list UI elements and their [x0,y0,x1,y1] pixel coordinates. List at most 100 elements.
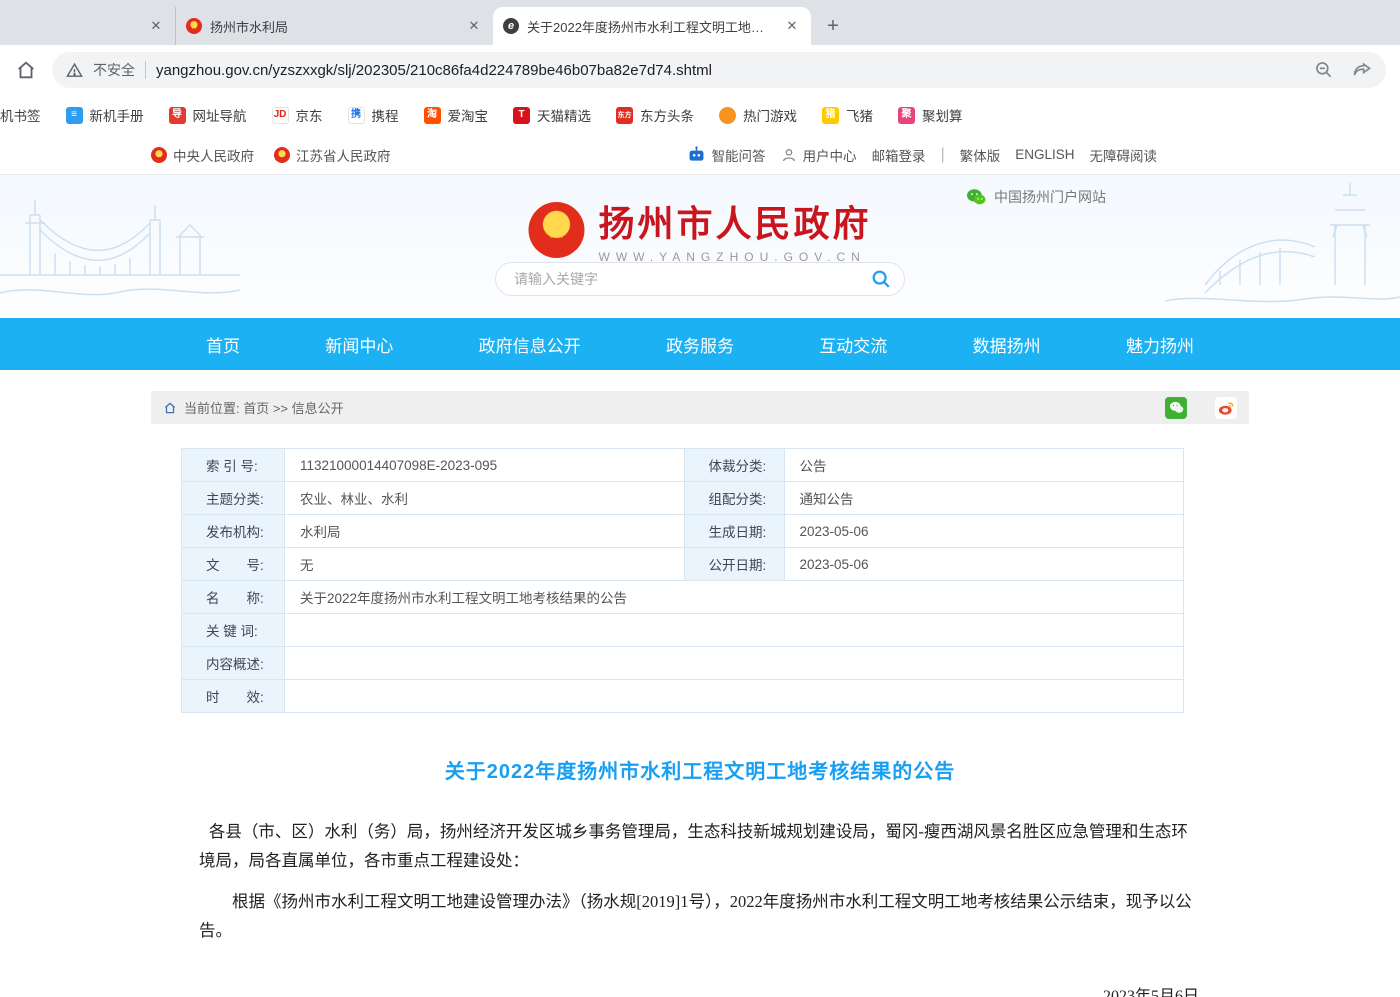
link-user-center[interactable]: 用户中心 [781,145,857,165]
tab-partial[interactable]: ✕ [0,7,175,45]
article-paragraph: 根据《扬州市水利工程文明工地建设管理办法》（扬水规[2019]1号），2022年… [199,888,1201,946]
bookmark-item[interactable]: 猪 飞猪 [816,105,879,125]
breadcrumb-text[interactable]: 当前位置: 首页 >> 信息公开 [184,398,344,417]
bookmark-item[interactable]: 机书签 [0,105,47,125]
info-label: 名 称: [182,581,285,614]
article-title: 关于2022年度扬州市水利工程文明工地考核结果的公告 [199,755,1201,784]
ctrip-icon: 携 [348,107,365,124]
info-value: 农业、林业、水利 [285,482,685,515]
gov-emblem-icon: ★ [186,18,202,34]
robot-icon [687,146,706,163]
site-title: 扬州市人民政府 [598,195,871,247]
info-value [285,614,1184,647]
info-label: 内容概述: [182,647,285,680]
table-row: 内容概述: [182,647,1184,680]
bridge-artwork [0,175,240,318]
tab-shuiliju[interactable]: ★ 扬州市水利局 ✕ [175,7,493,45]
info-label: 主题分类: [182,482,285,515]
security-label[interactable]: 不安全 [93,60,135,80]
bookmark-item[interactable]: T 天猫精选 [507,105,597,125]
portal-label: 中国扬州门户网站 [994,187,1106,207]
bookmark-label: 东方头条 [640,105,694,125]
bookmark-label: 爱淘宝 [448,105,489,125]
taobao-icon: 淘 [424,107,441,124]
close-icon[interactable]: ✕ [465,17,483,35]
bookmark-item[interactable]: 导 网址导航 [163,105,253,125]
info-value: 2023-05-06 [784,548,1184,581]
info-label: 关 键 词: [182,614,285,647]
bookmark-label: 热门游戏 [743,105,797,125]
bookmark-item[interactable]: 淘 爱淘宝 [418,105,495,125]
tmall-icon: T [513,107,530,124]
toutiao-icon: 东方 [616,107,633,124]
bookmark-item[interactable]: 携 携程 [342,105,405,125]
bookmark-label: 天猫精选 [537,105,591,125]
url-text[interactable]: yangzhou.gov.cn/yzszxxgk/slj/202305/210c… [156,62,1304,79]
address-bar[interactable]: 不安全 yangzhou.gov.cn/yzszxxgk/slj/202305/… [52,52,1386,88]
close-icon[interactable]: ✕ [147,17,165,35]
close-icon[interactable]: ✕ [783,17,801,35]
link-smart-qa[interactable]: 智能问答 [687,145,766,165]
link-jiangsu-gov[interactable]: ★ 江苏省人民政府 [274,145,391,165]
zoom-out-icon[interactable] [1314,60,1334,80]
info-value: 11321000014407098E-2023-095 [285,449,685,482]
table-row: 文 号: 无 公开日期: 2023-05-06 [182,548,1184,581]
table-row: 时 效: [182,680,1184,713]
new-tab-button[interactable]: + [819,12,847,40]
link-traditional-chinese[interactable]: 繁体版 [960,145,1001,165]
browser-tab-bar: ✕ ★ 扬州市水利局 ✕ e 关于2022年度扬州市水利工程文明工地考核结果的公… [0,0,1400,45]
tab-active-announcement[interactable]: e 关于2022年度扬州市水利工程文明工地考核结果的公告 ✕ [493,7,811,45]
bookmark-item[interactable]: JD 京东 [266,105,329,125]
info-label: 索 引 号: [182,449,285,482]
bookmark-item[interactable]: 东方 东方头条 [610,105,700,125]
search-icon[interactable] [870,268,892,290]
document-info-table: 索 引 号: 11321000014407098E-2023-095 体裁分类:… [181,448,1184,713]
table-row: 索 引 号: 11321000014407098E-2023-095 体裁分类:… [182,449,1184,482]
gov-emblem-icon: ★ [151,147,167,163]
manual-icon: ≡ [66,107,83,124]
info-label: 组配分类: [684,482,784,515]
share-weibo-icon[interactable] [1215,397,1237,419]
nav-home[interactable]: 首页 [206,332,240,357]
share-wechat-icon[interactable] [1165,397,1187,419]
nav-interaction[interactable]: 互动交流 [819,332,887,357]
breadcrumb: 当前位置: 首页 >> 信息公开 [151,391,1249,424]
games-icon [719,107,736,124]
nav-data[interactable]: 数据扬州 [973,332,1041,357]
nav-services[interactable]: 政务服务 [666,332,734,357]
search-input[interactable] [514,271,870,287]
info-value [285,647,1184,680]
gov-emblem-icon: ★ [274,147,290,163]
link-accessibility[interactable]: 无障碍阅读 [1090,145,1158,165]
home-icon[interactable] [14,58,38,82]
user-icon [781,147,797,163]
site-logo[interactable]: ★ 扬州市人民政府 WWW.YANGZHOU.GOV.CN [528,195,871,264]
article-paragraph: 各县（市、区）水利（务）局，扬州经济开发区城乡事务管理局，生态科技新城规划建设局… [199,818,1201,876]
bookmark-item[interactable]: 聚 聚划算 [892,105,969,125]
info-value: 2023-05-06 [784,515,1184,548]
juhuasuan-icon: 聚 [898,107,915,124]
site-search[interactable] [495,262,905,296]
portal-link[interactable]: 中国扬州门户网站 [966,187,1106,207]
home-icon [163,401,177,415]
info-value: 无 [285,548,685,581]
bookmark-item[interactable]: 热门游戏 [713,105,803,125]
link-mail-login[interactable]: 邮箱登录 [872,145,926,165]
divider: | [941,146,945,164]
info-value: 通知公告 [784,482,1184,515]
info-label: 公开日期: [684,548,784,581]
bookmark-label: 飞猪 [846,105,873,125]
nav-news[interactable]: 新闻中心 [325,332,393,357]
bookmark-label: 机书签 [0,105,41,125]
tab-title: 扬州市水利局 [210,17,457,36]
table-row: 关 键 词: [182,614,1184,647]
nav-info-disclosure[interactable]: 政府信息公开 [479,332,581,357]
jd-icon: JD [272,107,289,124]
share-icon[interactable] [1352,60,1372,80]
warning-icon [66,62,83,79]
bookmark-item[interactable]: ≡ 新机手册 [60,105,150,125]
link-english[interactable]: ENGLISH [1015,147,1074,162]
nav-charm[interactable]: 魅力扬州 [1126,332,1194,357]
link-central-gov[interactable]: ★ 中央人民政府 [151,145,254,165]
tab-title: 关于2022年度扬州市水利工程文明工地考核结果的公告 [527,17,775,36]
